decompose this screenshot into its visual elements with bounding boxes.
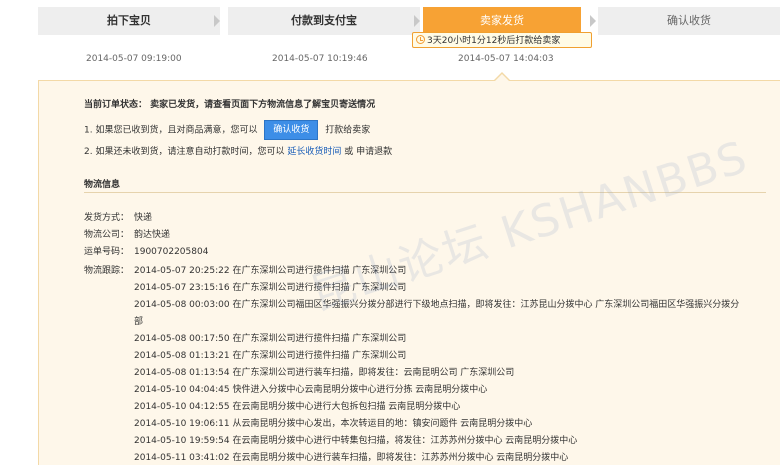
instruction-2: 2. 如果还未收到货，请注意自动打款时间，您可以 延长收货时间 或 申请退款	[84, 147, 393, 157]
tracking-number: 运单号码： 1900702205804	[84, 247, 209, 257]
tracking-event: 2014-05-10 04:04:45 快件进入分拨中心云南昆明分拨中心进行分拣…	[134, 385, 488, 395]
auto-pay-countdown: 3天20小时1分12秒后打款给卖家	[412, 32, 592, 48]
tracking-event: 2014-05-10 19:06:11 从云南昆明分拨中心发出，本次转运目的地：…	[134, 419, 533, 429]
step-confirm-receipt: 确认收货	[598, 7, 780, 35]
countdown-text: 3天20小时1分12秒后打款给卖家	[427, 36, 561, 46]
tracking-event: 2014-05-11 03:41:02 在云南昆明分拨中心进行装车扫描，即将发往…	[134, 453, 569, 463]
tracking-event: 2014-05-10 19:59:54 在云南昆明分拨中心进行中转集包扫描，将发…	[134, 436, 578, 446]
time-place-order: 2014-05-07 09:19:00	[86, 54, 182, 64]
tracking-event: 2014-05-08 00:17:50 在广东深圳公司进行揽件扫描 广东深圳公司	[134, 334, 407, 344]
instruction-1: 1. 如果您已收到货，且对商品满意，您可以 确认收货 打款给卖家	[84, 120, 370, 140]
confirm-receipt-button[interactable]: 确认收货	[264, 120, 319, 140]
logistics-company: 物流公司： 韵达快递	[84, 230, 171, 240]
shipping-method: 发货方式： 快递	[84, 213, 153, 223]
step-pay-alipay: 付款到支付宝	[228, 7, 420, 35]
tracking-event: 2014-05-08 01:13:54 在广东深圳公司进行装车扫描，即将发往：云…	[134, 368, 515, 378]
step-times: 2014-05-07 09:19:00 2014-05-07 10:19:46 …	[0, 54, 780, 66]
step-arrow-icon	[590, 15, 596, 27]
tracking-event: 2014-05-10 04:12:55 在云南昆明分拨中心进行大包拆包扫描 云南…	[134, 402, 461, 412]
tracking-event: 2014-05-08 01:13:21 在广东深圳公司进行揽件扫描 广东深圳公司	[134, 351, 407, 361]
clock-icon	[416, 35, 425, 44]
time-pay: 2014-05-07 10:19:46	[272, 54, 368, 64]
order-status: 当前订单状态： 卖家已发货，请查看页面下方物流信息了解宝贝寄送情况	[84, 100, 376, 110]
logistics-title: 物流信息	[84, 180, 121, 190]
step-arrow-icon	[214, 15, 220, 27]
extend-receipt-time-link[interactable]: 延长收货时间	[287, 147, 341, 157]
tracking-label: 物流跟踪：	[84, 266, 130, 276]
tracking-event: 2014-05-08 00:03:00 在广东深圳公司福田区华强振兴分拨分部进行…	[134, 300, 740, 310]
progress-steps: 拍下宝贝 付款到支付宝 卖家发货 确认收货	[38, 7, 780, 35]
step-arrow-icon	[414, 15, 420, 27]
tracking-event-cont: 部	[134, 317, 144, 327]
step-place-order: 拍下宝贝	[38, 7, 220, 35]
step-seller-ship: 卖家发货	[423, 7, 581, 35]
time-ship: 2014-05-07 14:04:03	[458, 54, 554, 64]
